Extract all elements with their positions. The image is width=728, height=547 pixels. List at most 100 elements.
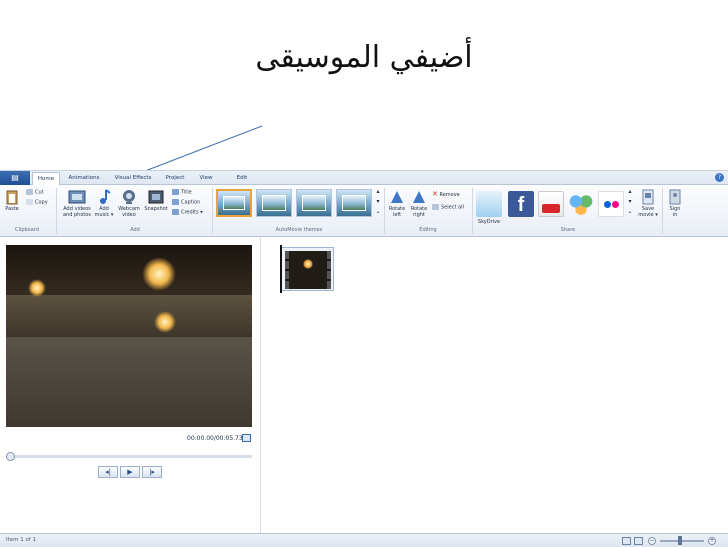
next-frame-button[interactable]: |▸ [142,466,162,478]
zoom-slider-track[interactable] [660,540,704,542]
group-label-editing: Editing [419,227,437,233]
previous-frame-button[interactable]: ◂| [98,466,118,478]
seek-bar[interactable] [8,455,252,458]
group-label-clipboard: Clipboard [15,227,39,233]
app-menu-button[interactable]: ▤ [0,171,30,185]
save-movie-dropdown: movie ▾ [638,212,658,218]
rotate-right-sub: right [413,212,425,218]
help-icon[interactable]: ? [715,173,724,182]
seek-thumb[interactable] [6,452,15,461]
theme-default[interactable] [216,189,252,217]
sign-in-icon [669,189,681,205]
credits-label: Credits ▾ [181,209,203,216]
snapshot-icon [148,190,164,204]
title-label: Title [181,189,192,196]
rotate-left-button[interactable]: Rotate left [386,189,408,218]
ribbon: Paste Cut Copy Clipboard Add videos and … [0,185,728,237]
select-all-button[interactable]: Select all [432,204,464,212]
zoom-in-button[interactable]: + [708,537,716,545]
ribbon-separator [384,188,385,234]
rotate-right-button[interactable]: Rotate right [408,189,430,218]
tab-visual-effects[interactable]: Visual Effects [110,172,156,185]
storyboard-view-icon[interactable] [622,537,631,545]
movie-maker-window: ▤ Home Animations Visual Effects Project… [0,170,728,547]
tab-animations[interactable]: Animations [64,172,104,185]
snapshot-label: Snapshot [144,206,168,212]
video-clip-thumbnail[interactable] [280,247,334,291]
theme-contemporary[interactable] [256,189,292,217]
time-readout: 00:00.00/00:05.73 [187,435,243,442]
street-light [154,311,176,333]
timeline-view-icon[interactable] [634,537,643,545]
title-button[interactable]: Title [172,189,192,197]
facebook-icon[interactable]: f [508,191,534,217]
skydrive-label: SkyDrive [477,219,501,225]
fullscreen-icon[interactable] [242,434,251,442]
storyboard-pane[interactable] [262,237,728,533]
ribbon-separator [472,188,473,234]
credits-icon [172,209,179,215]
credits-button[interactable]: Credits ▾ [172,209,203,217]
paste-icon [6,190,18,205]
tab-project[interactable]: Project [160,172,190,185]
themes-more-icon[interactable]: ⌄ [374,209,382,215]
caption-icon [172,199,179,205]
ribbon-tab-bar: ▤ Home Animations Visual Effects Project… [0,171,728,185]
status-bar: Item 1 of 1 − + [0,533,728,547]
group-label-themes: AutoMovie themes [275,227,323,233]
paste-label: Paste [5,206,19,212]
select-all-label: Select all [441,204,464,211]
remove-button[interactable]: ✕ Remove [432,191,460,199]
select-all-icon [432,204,439,210]
pane-divider[interactable] [260,237,261,533]
playhead-cursor[interactable] [280,245,282,293]
zoom-slider-thumb[interactable] [677,536,682,545]
webcam-video-label: video [122,212,136,218]
share-scroll-up-icon[interactable]: ▴ [626,189,634,195]
cut-button[interactable]: Cut [26,189,44,197]
caption-label: Caption [181,199,201,206]
video-preview[interactable] [6,245,252,427]
theme-fade[interactable] [336,189,372,217]
tab-edit[interactable]: Edit [232,172,252,185]
add-photos-label: and photos [62,212,92,218]
status-item-count: Item 1 of 1 [6,537,37,543]
scissors-icon [26,189,33,195]
caption-button[interactable]: Caption [172,199,200,207]
copy-icon [26,199,33,205]
slide-title: أضيفي الموسيقى [255,40,473,75]
messenger-icon[interactable] [568,191,594,217]
youtube-icon[interactable] [538,191,564,217]
skydrive-icon[interactable] [476,191,502,217]
play-button[interactable]: ▶ [120,466,140,478]
remove-x-icon: ✕ [432,190,438,198]
rotate-left-icon [391,191,403,203]
webcam-video-button[interactable]: Webcam video [116,189,142,218]
webcam-icon [123,190,135,204]
title-icon [172,189,179,195]
zoom-out-button[interactable]: − [648,537,656,545]
share-more-icon[interactable]: ⌄ [626,209,634,215]
themes-scroll-up-icon[interactable]: ▴ [374,189,382,195]
street-light [142,257,176,291]
rotate-left-sub: left [392,212,402,218]
sign-in-sub: in [672,212,678,218]
group-label-share: Share [560,227,576,233]
copy-button[interactable]: Copy [26,199,48,207]
snapshot-button[interactable]: Snapshot [142,189,170,212]
copy-label: Copy [35,199,48,206]
save-movie-button[interactable]: Save movie ▾ [636,189,660,218]
share-scroll-down-icon[interactable]: ▾ [626,199,634,205]
tab-view[interactable]: View [194,172,218,185]
add-music-button[interactable]: Add music ▾ [94,189,114,218]
sign-in-button[interactable]: Sign in [666,189,684,218]
cut-label: Cut [35,189,44,196]
theme-cinematic[interactable] [296,189,332,217]
music-note-icon [100,189,111,204]
flickr-icon[interactable] [598,191,624,217]
themes-scroll-down-icon[interactable]: ▾ [374,199,382,205]
add-videos-photos-button[interactable]: Add videos and photos [60,189,94,218]
film-photo-icon [68,190,86,204]
paste-button[interactable]: Paste [4,189,20,212]
tab-home[interactable]: Home [32,172,60,185]
